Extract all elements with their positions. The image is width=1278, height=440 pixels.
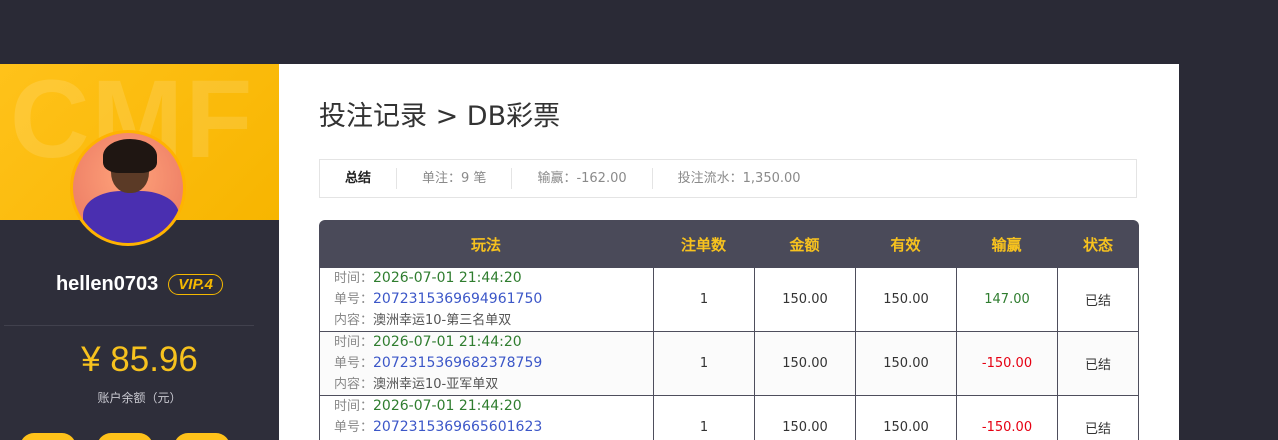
summary-turnover-value: 1,350.00 <box>742 171 801 186</box>
summary-winloss-label: 输赢： <box>537 171 577 186</box>
avatar-jersey <box>83 191 179 243</box>
content-label: 内容： <box>334 313 374 328</box>
win-loss: 147.00 <box>956 268 1057 332</box>
column-header-amount: 金额 <box>754 220 855 268</box>
bet-count: 1 <box>653 332 754 396</box>
order-number-link[interactable]: 2072315369665601623 <box>373 419 542 435</box>
bet-status: 已结 <box>1057 396 1139 440</box>
summary-winloss: 输赢：-162.00 <box>512 168 653 189</box>
avatar[interactable] <box>70 130 186 246</box>
profile-panel: CMF hellen0703 VIP.4 ¥ 85.96 账户余额（元） <box>0 64 279 440</box>
page-title: 投注记录 > DB彩票 <box>319 101 561 132</box>
win-loss: -150.00 <box>956 332 1057 396</box>
bet-amount: 150.00 <box>754 332 855 396</box>
bet-time: 2026-07-01 21:44:20 <box>373 270 522 286</box>
quick-action-button-2[interactable] <box>97 433 153 440</box>
quick-action-button-1[interactable] <box>20 433 76 440</box>
time-label: 时间： <box>334 271 374 286</box>
bet-time: 2026-07-01 21:44:20 <box>373 334 522 350</box>
summary-orders-value: 9 笔 <box>461 171 487 186</box>
column-header-play: 玩法 <box>319 220 653 268</box>
bet-detail-cell: 时间：2026-07-01 21:44:20 单号：20723153696949… <box>319 268 653 332</box>
bet-detail-cell: 时间：2026-07-01 21:44:20 单号：20723153696823… <box>319 332 653 396</box>
bet-amount: 150.00 <box>754 268 855 332</box>
bet-status: 已结 <box>1057 268 1139 332</box>
bet-time: 2026-07-01 21:44:20 <box>373 398 522 414</box>
summary-turnover-label: 投注流水： <box>677 171 743 186</box>
valid-amount: 150.00 <box>855 396 956 440</box>
column-header-status: 状态 <box>1057 220 1139 268</box>
order-label: 单号： <box>334 420 374 435</box>
table-header-row: 玩法 注单数 金额 有效 输赢 状态 <box>319 220 1139 268</box>
bet-records-card: 投注记录 > DB彩票 总结 单注：9 笔 输赢：-162.00 投注流水：1,… <box>279 64 1179 440</box>
username-row: hellen0703 VIP.4 <box>0 273 279 296</box>
bet-count: 1 <box>653 268 754 332</box>
bet-status: 已结 <box>1057 332 1139 396</box>
valid-amount: 150.00 <box>855 332 956 396</box>
bet-content: 澳洲幸运10-亚军单双 <box>373 377 499 392</box>
column-header-count: 注单数 <box>653 220 754 268</box>
quick-action-button-3[interactable] <box>174 433 230 440</box>
bet-amount: 150.00 <box>754 396 855 440</box>
account-balance-label: 账户余额（元） <box>97 391 182 405</box>
order-label: 单号： <box>334 356 374 371</box>
table-row: 时间：2026-07-01 21:44:20 单号：20723153696823… <box>319 332 1139 396</box>
bet-count: 1 <box>653 396 754 440</box>
column-header-valid: 有效 <box>855 220 956 268</box>
win-loss: -150.00 <box>956 396 1057 440</box>
content-label: 内容： <box>334 377 374 392</box>
profile-divider <box>4 325 254 326</box>
order-number-link[interactable]: 2072315369682378759 <box>373 355 542 371</box>
quick-action-buttons <box>20 433 260 440</box>
summary-heading: 总结 <box>320 168 398 189</box>
account-balance: ¥ 85.96 <box>81 340 198 379</box>
bet-records-table: 玩法 注单数 金额 有效 输赢 状态 时间：2026-07-01 21:44:2… <box>319 220 1139 440</box>
valid-amount: 150.00 <box>855 268 956 332</box>
summary-orders: 单注：9 笔 <box>397 168 513 189</box>
vip-badge: VIP.4 <box>168 274 224 295</box>
order-label: 单号： <box>334 292 374 307</box>
column-header-winloss: 输赢 <box>956 220 1057 268</box>
avatar-hair <box>103 139 157 173</box>
table-row: 时间：2026-07-01 21:44:20 单号：20723153696949… <box>319 268 1139 332</box>
order-number-link[interactable]: 2072315369694961750 <box>373 291 542 307</box>
summary-bar: 总结 单注：9 笔 输赢：-162.00 投注流水：1,350.00 <box>319 159 1137 198</box>
time-label: 时间： <box>334 335 374 350</box>
summary-winloss-value: -162.00 <box>576 171 627 186</box>
time-label: 时间： <box>334 399 374 414</box>
summary-orders-label: 单注： <box>422 171 462 186</box>
table-row: 时间：2026-07-01 21:44:20 单号：20723153696656… <box>319 396 1139 440</box>
username: hellen0703 <box>55 273 159 295</box>
summary-turnover: 投注流水：1,350.00 <box>653 168 826 189</box>
bet-content: 澳洲幸运10-第三名单双 <box>373 313 512 328</box>
bet-detail-cell: 时间：2026-07-01 21:44:20 单号：20723153696656… <box>319 396 653 440</box>
